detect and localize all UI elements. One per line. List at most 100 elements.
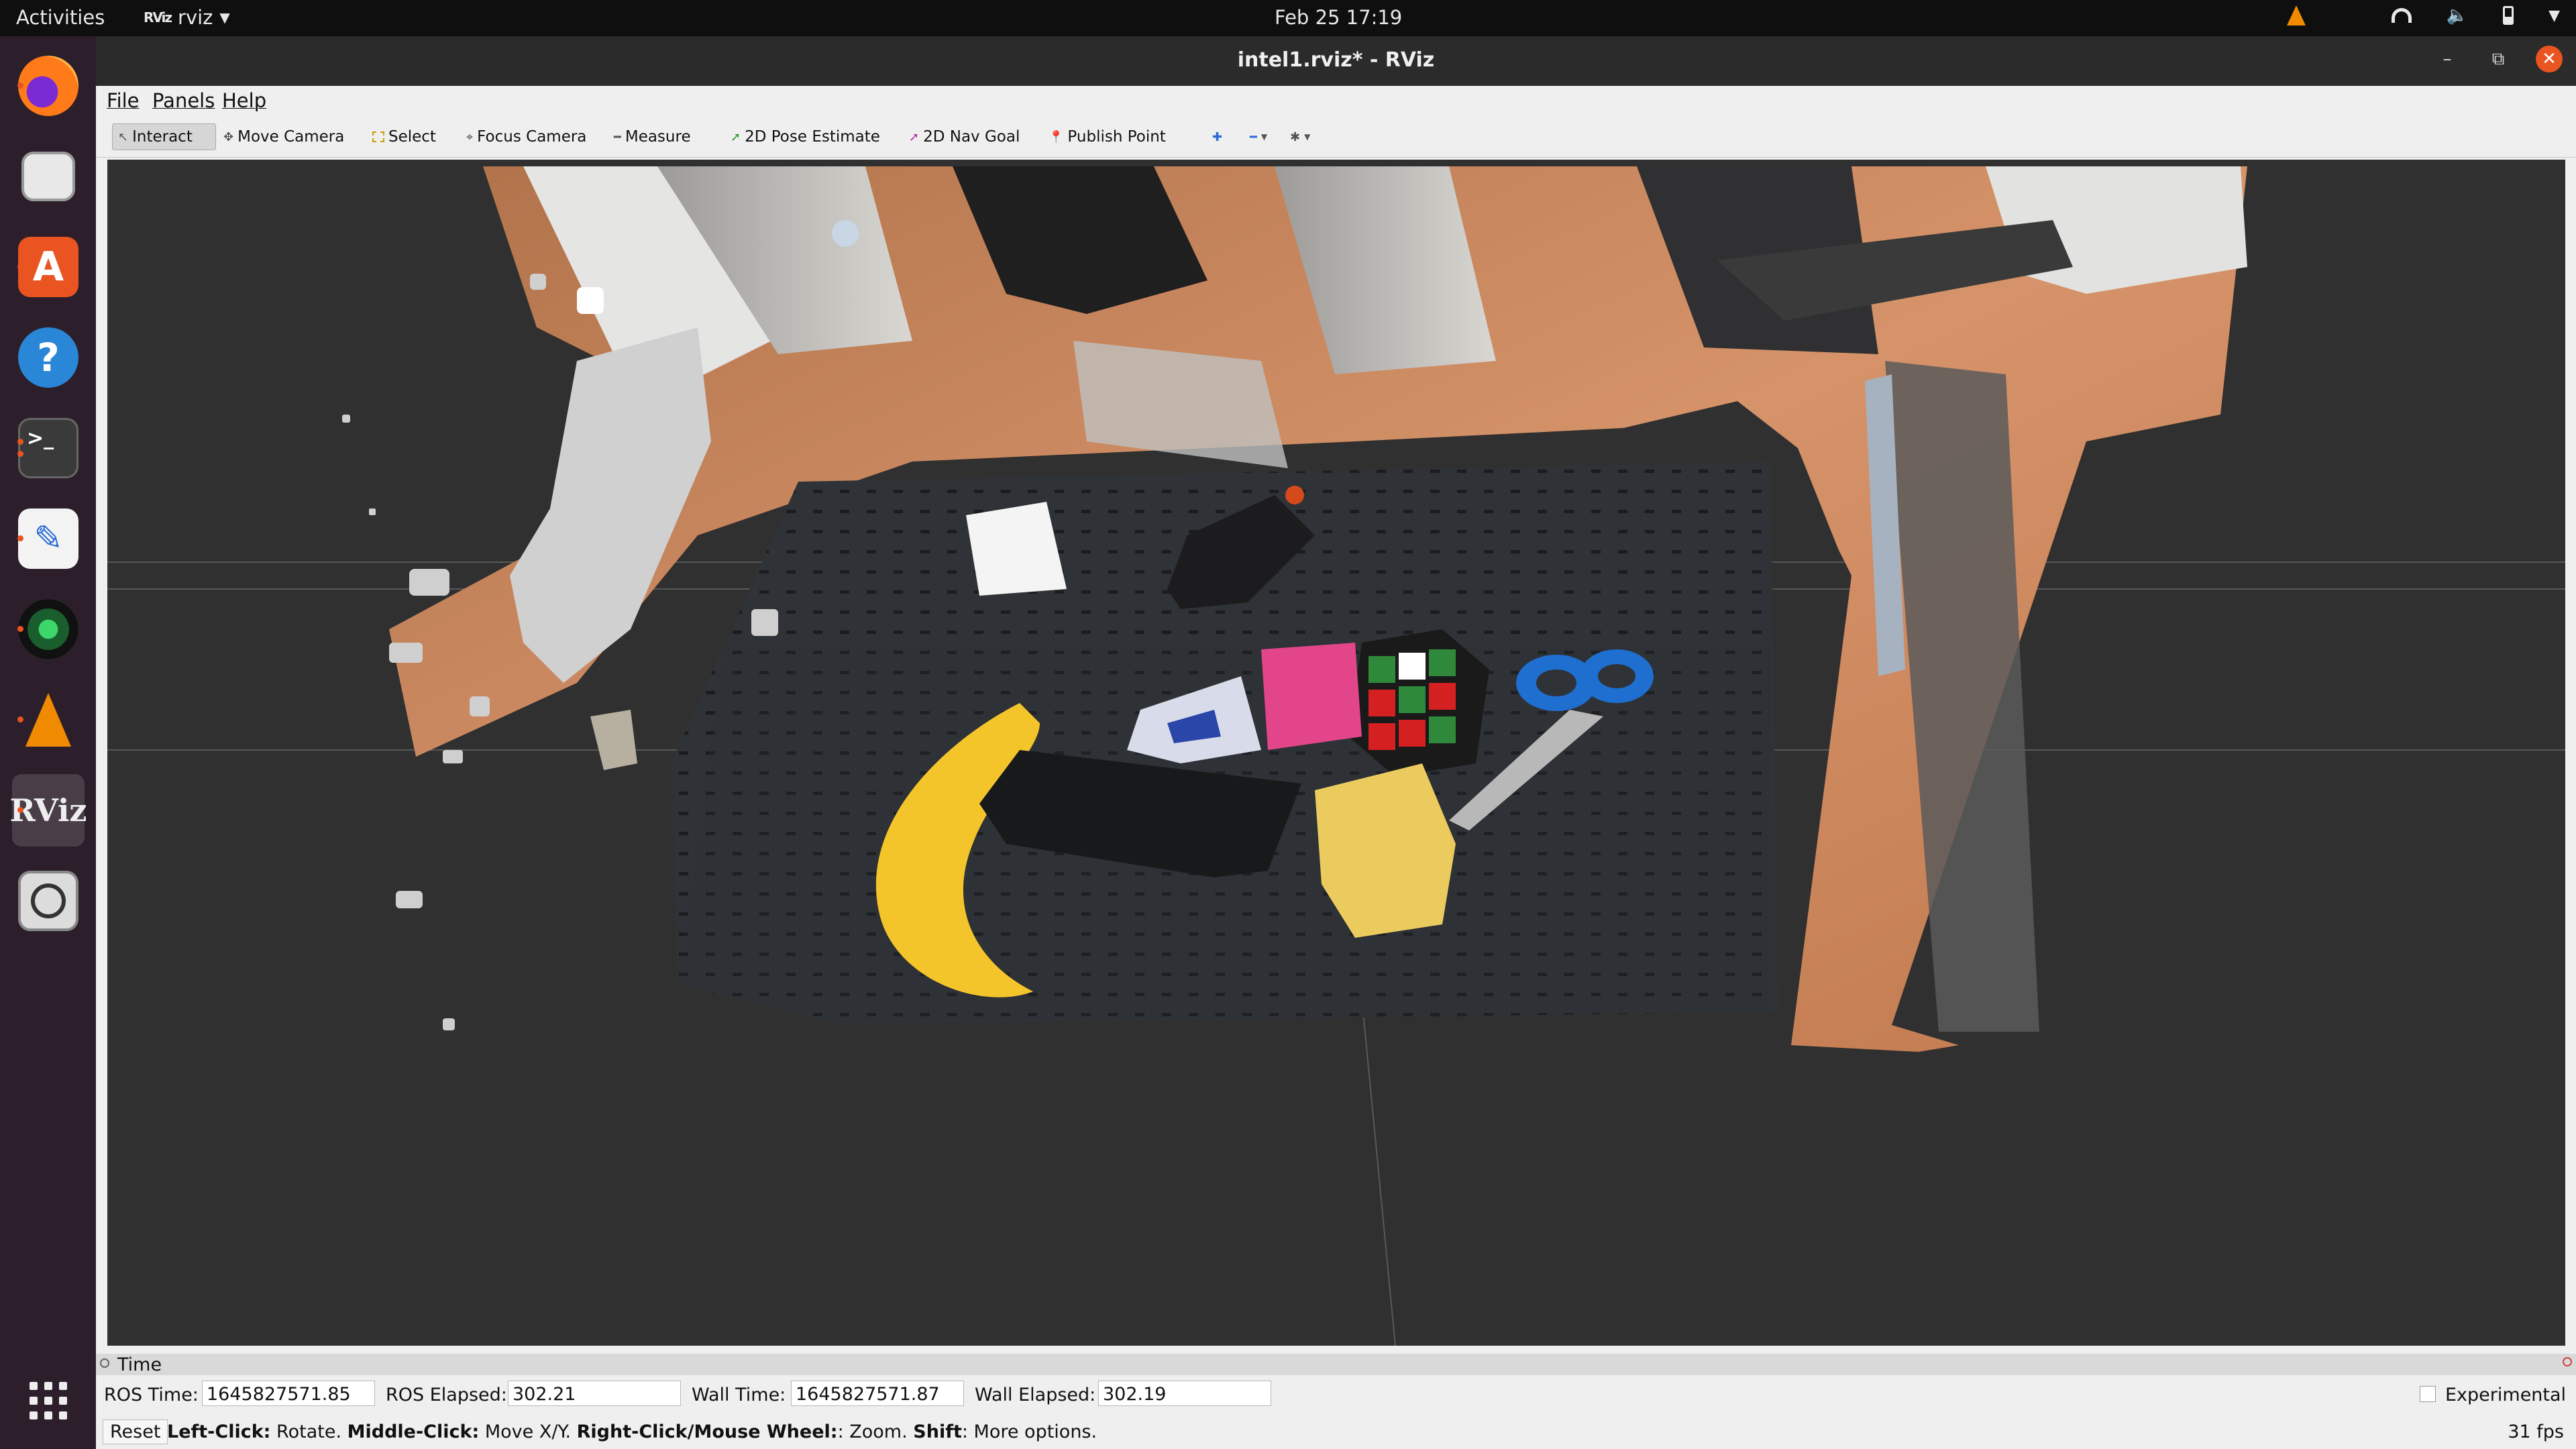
wall-elapsed-label: Wall Elapsed: (975, 1385, 1096, 1405)
tool-2d-nav-goal[interactable]: ➚ 2D Nav Goal (904, 123, 1025, 150)
pose-arrow-icon: ➚ (731, 129, 741, 144)
tool-properties-button[interactable]: ✱ ▼ (1285, 123, 1316, 150)
wall-time-label: Wall Time: (692, 1385, 786, 1405)
experimental-label: Experimental (2445, 1385, 2567, 1405)
running-indicator (17, 439, 23, 445)
right-click-desc: : Zoom. (837, 1421, 914, 1442)
show-apps-button[interactable] (12, 1364, 85, 1437)
dock-firefox[interactable] (12, 50, 85, 122)
tool-interact[interactable]: ↖ Interact (112, 123, 216, 150)
ros-elapsed-field[interactable]: 302.21 (508, 1381, 681, 1406)
system-menu-icon[interactable]: ▼ (2548, 7, 2560, 24)
fps-counter: 31 fps (2508, 1421, 2564, 1442)
dock: A ? >_ ✎ RViz (0, 36, 96, 1449)
add-tool-button[interactable]: ✚ (1207, 123, 1228, 150)
magnifier-icon (18, 871, 78, 931)
app-menu[interactable]: RViz rviz ▼ (144, 6, 230, 29)
move-icon: ✥ (223, 129, 234, 144)
minus-icon: ━ (1250, 129, 1257, 144)
rviz-app-icon: RViz (144, 9, 172, 25)
rviz-window: intel1.rviz* - RViz – ⧉ ✕ File Panels He… (96, 36, 2576, 1449)
menu-help[interactable]: Help (222, 89, 266, 112)
wall-elapsed-field[interactable]: 302.19 (1098, 1381, 1271, 1406)
tool-2d-pose-estimate-label: 2D Pose Estimate (745, 128, 880, 146)
time-panel-header[interactable]: Time (96, 1354, 2576, 1375)
dock-camera[interactable] (12, 593, 85, 665)
dock-magnifier[interactable] (12, 865, 85, 937)
tool-publish-point-label: Publish Point (1067, 128, 1166, 146)
dock-rviz[interactable]: RViz (9, 774, 87, 847)
running-indicator (17, 716, 23, 722)
dock-files[interactable] (12, 140, 85, 213)
select-box-icon (372, 131, 384, 142)
remove-tool-button[interactable]: ━ ▼ (1244, 123, 1273, 150)
chevron-down-icon: ▼ (1304, 132, 1311, 142)
app-center-icon: A (18, 237, 78, 297)
tool-move-camera-label: Move Camera (237, 128, 345, 146)
nav-goal-arrow-icon: ➚ (909, 129, 920, 144)
middle-click-key: Middle-Click: (347, 1421, 480, 1442)
ros-time-field[interactable]: 1645827571.85 (202, 1381, 375, 1406)
activities-button[interactable]: Activities (16, 6, 105, 29)
middle-click-desc: Move X/Y. (479, 1421, 577, 1442)
dock-vlc[interactable] (12, 684, 85, 756)
tool-move-camera[interactable]: ✥ Move Camera (218, 123, 350, 150)
tool-2d-pose-estimate[interactable]: ➚ 2D Pose Estimate (725, 123, 885, 150)
globe-icon[interactable] (2341, 7, 2357, 23)
window-controls: – ⧉ ✕ (2434, 46, 2563, 72)
tool-publish-point[interactable]: 📍 Publish Point (1043, 123, 1171, 150)
firefox-icon (18, 56, 78, 116)
minimize-button[interactable]: – (2434, 46, 2461, 72)
maximize-button[interactable]: ⧉ (2485, 46, 2512, 72)
left-click-desc: Rotate. (270, 1421, 347, 1442)
tool-focus-camera-label: Focus Camera (477, 128, 587, 146)
left-click-key: Left-Click: (167, 1421, 271, 1442)
time-panel: ROS Time: 1645827571.85 ROS Elapsed: 302… (96, 1379, 2576, 1409)
dock-app-center[interactable]: A (12, 231, 85, 303)
vlc-icon (18, 690, 78, 750)
point-cloud-scene (107, 166, 2565, 1346)
time-panel-title: Time (117, 1354, 162, 1375)
grid-icon (30, 1382, 67, 1419)
tool-bar: ↖ Interact ✥ Move Camera Select ⌖ Focus … (96, 115, 2576, 158)
clock[interactable]: Feb 25 17:19 (1275, 6, 1402, 29)
dock-help[interactable]: ? (12, 321, 85, 394)
tool-focus-camera[interactable]: ⌖ Focus Camera (461, 123, 592, 150)
rviz-icon: RViz (9, 792, 87, 828)
reset-button[interactable]: Reset (103, 1419, 168, 1444)
tool-measure[interactable]: ━ Measure (608, 123, 696, 150)
dock-terminal[interactable]: >_ (12, 412, 85, 484)
gear-icon: ✱ (1290, 129, 1301, 144)
app-menu-label: rviz (178, 6, 213, 29)
render-viewport[interactable] (107, 160, 2565, 1346)
text-editor-icon: ✎ (18, 508, 78, 569)
close-panel-icon[interactable] (2563, 1357, 2572, 1366)
pointer-icon: ↖ (118, 129, 129, 144)
window-title: intel1.rviz* - RViz (1237, 48, 1435, 72)
menu-panels[interactable]: Panels (152, 89, 215, 112)
running-indicator (17, 451, 23, 457)
running-indicator (17, 83, 23, 89)
close-button[interactable]: ✕ (2536, 46, 2563, 72)
help-icon: ? (18, 327, 78, 388)
running-indicator (17, 807, 23, 813)
system-tray[interactable]: 🔈 ▼ (2286, 5, 2560, 25)
dock-text-editor[interactable]: ✎ (12, 502, 85, 575)
running-indicator (17, 264, 23, 270)
volume-icon[interactable]: 🔈 (2447, 5, 2468, 25)
tool-select[interactable]: Select (367, 123, 441, 150)
crosshair-icon: ⌖ (466, 129, 474, 144)
tool-select-label: Select (388, 128, 436, 146)
menu-file[interactable]: File (107, 89, 140, 112)
wall-time-field[interactable]: 1645827571.87 (791, 1381, 964, 1406)
wifi-icon[interactable] (2391, 8, 2412, 23)
tool-2d-nav-goal-label: 2D Nav Goal (923, 128, 1020, 146)
experimental-checkbox[interactable] (2420, 1386, 2436, 1402)
vlc-icon[interactable] (2286, 5, 2306, 25)
battery-icon[interactable] (2503, 6, 2514, 25)
ros-elapsed-label: ROS Elapsed: (386, 1385, 507, 1405)
status-bar: Reset Left-Click: Rotate. Middle-Click: … (96, 1415, 2576, 1449)
window-titlebar[interactable]: intel1.rviz* - RViz – ⧉ ✕ (96, 36, 2576, 86)
dock-panel-icon[interactable] (100, 1358, 109, 1368)
rubiks-cube (1348, 629, 1489, 777)
